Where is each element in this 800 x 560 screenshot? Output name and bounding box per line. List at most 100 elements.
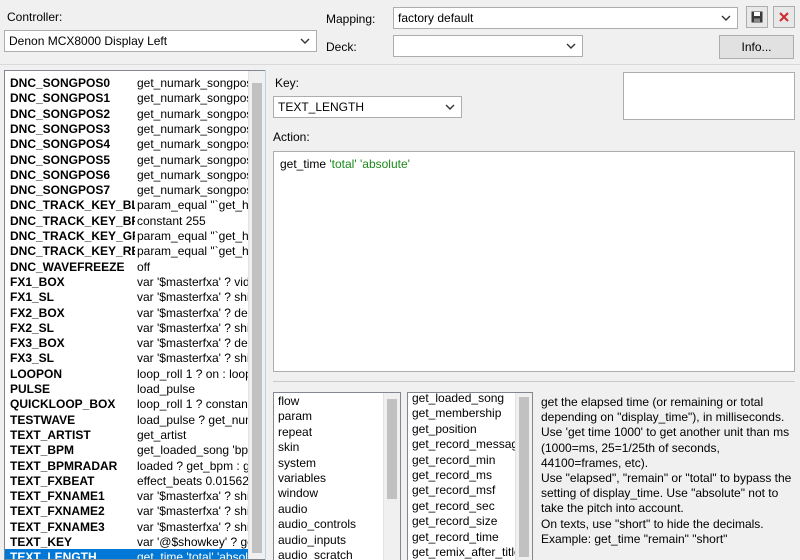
mapping-row[interactable]: PULSE load_pulse — [5, 381, 250, 397]
mapping-value: get_loaded_song 'bpm — [137, 443, 250, 458]
verb-item[interactable]: get_record_min — [412, 453, 495, 468]
mapping-list[interactable]: DNC_SONGPOS0 get_numark_songpos DNC_SONGPO… — [4, 70, 265, 560]
scroll-thumb[interactable] — [387, 399, 397, 499]
mapping-row[interactable]: TEXT_LENGTH get_time 'total' 'absolu — [5, 549, 250, 559]
verb-item[interactable]: get_loaded_song — [412, 393, 504, 406]
mapping-value: get_numark_songpos — [137, 106, 250, 121]
mapping-key: DNC_SONGPOS7 — [10, 183, 111, 198]
mapping-row[interactable]: DNC_SONGPOS5 get_numark_songpos — [5, 152, 250, 168]
mapping-row[interactable]: TEXT_BPM get_loaded_song 'bpm — [5, 442, 250, 458]
category-item[interactable]: system — [278, 456, 316, 471]
mapping-row[interactable]: DNC_TRACK_KEY_RE param_equal "`get_ha — [5, 243, 250, 259]
mapping-row[interactable]: FX3_SL var '$masterfxa' ? shift — [5, 350, 250, 366]
category-item[interactable]: variables — [278, 471, 326, 486]
chevron-down-icon — [443, 97, 457, 117]
verb-item[interactable]: get_membership — [412, 406, 501, 421]
mapping-row[interactable]: QUICKLOOP_BOX loop_roll 1 ? constant — [5, 396, 250, 412]
mapping-row[interactable]: TEXT_KEY var '@$showkey' ? get — [5, 534, 250, 550]
verb-list[interactable]: get_loaded_song get_membership get_positio… — [407, 392, 533, 560]
mapping-value: var '$masterfxa' ? shift — [137, 519, 250, 534]
save-button[interactable] — [746, 6, 768, 28]
category-list-scrollbar[interactable] — [383, 393, 400, 560]
mapping-key: DNC_SONGPOS5 — [10, 152, 111, 167]
category-item[interactable]: audio_scratch — [278, 548, 353, 560]
mapping-value: get_artist — [137, 427, 187, 442]
verb-item[interactable]: get_record_sec — [412, 499, 495, 514]
verb-item[interactable]: get_record_ms — [412, 468, 492, 483]
verb-item[interactable]: get_record_msf — [412, 483, 495, 498]
mapping-row[interactable]: FX3_BOX var '$masterfxa' ? decl — [5, 335, 250, 351]
verb-item[interactable]: get_remix_after_title — [412, 545, 521, 560]
mapping-row[interactable]: DNC_SONGPOS6 get_numark_songpos — [5, 167, 250, 183]
mapping-row[interactable]: TEXT_FXNAME2 var '$masterfxa' ? shift — [5, 503, 250, 519]
mapping-key: DNC_SONGPOS6 — [10, 167, 111, 182]
mapping-row[interactable]: DNC_WAVEFREEZE off — [5, 259, 250, 275]
mapping-value: get_numark_songpos — [137, 167, 250, 182]
mapping-row[interactable]: DNC_TRACK_KEY_BL param_equal "`get_ha — [5, 197, 250, 213]
mapping-row[interactable]: FX1_SL var '$masterfxa' ? shift — [5, 289, 250, 305]
verb-item[interactable]: get_record_message — [412, 437, 525, 452]
category-item[interactable]: skin — [278, 440, 299, 455]
mapping-key: TEXT_KEY — [10, 535, 73, 549]
mapping-list-scrollbar[interactable] — [248, 71, 265, 559]
verb-item[interactable]: get_position — [412, 422, 477, 437]
mapping-row[interactable]: FX2_BOX var '$masterfxa' ? decl — [5, 305, 250, 321]
mapping-row[interactable]: FX2_SL var '$masterfxa' ? shift — [5, 320, 250, 336]
list-splitter[interactable] — [265, 70, 266, 560]
bottom-separator[interactable] — [273, 381, 795, 382]
delete-button[interactable] — [773, 6, 795, 28]
mapping-row[interactable]: TEXT_BPMRADAR loaded ? get_bpm : g — [5, 458, 250, 474]
mapping-value: get_numark_songpos — [137, 183, 250, 198]
mapping-value: effect_beats 0.015625 — [137, 473, 250, 488]
category-item[interactable]: audio_controls — [278, 517, 356, 532]
mapping-row[interactable]: DNC_SONGPOS7 get_numark_songpos — [5, 182, 250, 198]
category-item[interactable]: audio_inputs — [278, 533, 346, 548]
mapping-row[interactable]: TEXT_FXNAME3 var '$masterfxa' ? shift — [5, 519, 250, 535]
mapping-value: var '@$showkey' ? get — [137, 535, 250, 549]
mapping-key: FX1_SL — [10, 290, 55, 305]
info-button[interactable]: Info... — [719, 35, 794, 59]
mapping-row[interactable]: DNC_TRACK_KEY_GR param_equal "`get_ha — [5, 228, 250, 244]
key-select[interactable]: TEXT_LENGTH — [273, 96, 462, 118]
controller-select[interactable]: Denon MCX8000 Display Left — [4, 30, 317, 52]
mapping-row[interactable]: TEXT_ARTIST get_artist — [5, 427, 250, 443]
category-list[interactable]: flow param repeat skin system variables window… — [273, 392, 401, 560]
mapping-row[interactable]: TEXT_FXBEAT effect_beats 0.015625 — [5, 473, 250, 489]
mapping-key: DNC_SONGPOS3 — [10, 121, 111, 136]
category-item[interactable]: window — [278, 486, 318, 501]
mapping-row[interactable]: LOOPON loop_roll 1 ? on : loop_ — [5, 366, 250, 382]
scroll-thumb[interactable] — [519, 397, 529, 557]
category-item[interactable]: audio — [278, 502, 307, 517]
verb-item[interactable]: get_record_size — [412, 514, 497, 529]
action-editor[interactable]: get_time 'total' 'absolute' — [273, 151, 795, 372]
save-icon — [751, 11, 763, 23]
mapping-row[interactable]: DNC_SONGPOS2 get_numark_songpos — [5, 106, 250, 122]
mapping-row[interactable]: DNC_SONGPOS1 get_numark_songpos — [5, 90, 250, 106]
mapping-row[interactable]: DNC_SONGPOS4 get_numark_songpos — [5, 136, 250, 152]
mapping-value: loop_roll 1 ? constant — [137, 397, 250, 412]
verb-item[interactable]: get_record_time — [412, 530, 499, 545]
mapping-value: load_pulse ? get_num — [137, 412, 250, 427]
category-item[interactable]: param — [278, 409, 312, 424]
category-item[interactable]: flow — [278, 394, 299, 409]
mapping-value: var '$masterfxa' ? shift — [137, 489, 250, 504]
mapping-row[interactable]: DNC_SONGPOS0 get_numark_songpos — [5, 75, 250, 91]
mapping-select[interactable]: factory default — [393, 7, 738, 29]
verb-list-scrollbar[interactable] — [515, 393, 532, 560]
mapping-value: get_numark_songpos — [137, 76, 250, 90]
mapping-value: loaded ? get_bpm : g — [137, 458, 250, 473]
mapping-key: TEXT_FXNAME3 — [10, 519, 105, 534]
mapping-row[interactable]: TEXT_FXNAME1 var '$masterfxa' ? shift — [5, 488, 250, 504]
mapping-value: param_equal "`get_ha — [137, 229, 250, 243]
mapping-key: DNC_TRACK_KEY_BR — [10, 213, 135, 228]
mapping-value: off — [137, 259, 151, 274]
key-label: Key: — [275, 76, 300, 90]
mapping-row[interactable]: DNC_TRACK_KEY_BR constant 255 — [5, 213, 250, 229]
mapping-row[interactable]: TESTWAVE load_pulse ? get_num — [5, 412, 250, 428]
mapping-row[interactable]: FX1_BOX var '$masterfxa' ? vide — [5, 274, 250, 290]
mapping-row[interactable]: DNC_SONGPOS3 get_numark_songpos — [5, 121, 250, 137]
category-item[interactable]: repeat — [278, 425, 312, 440]
scroll-thumb[interactable] — [252, 83, 262, 553]
deck-select[interactable] — [393, 35, 583, 57]
mapping-key: QUICKLOOP_BOX — [10, 397, 116, 412]
